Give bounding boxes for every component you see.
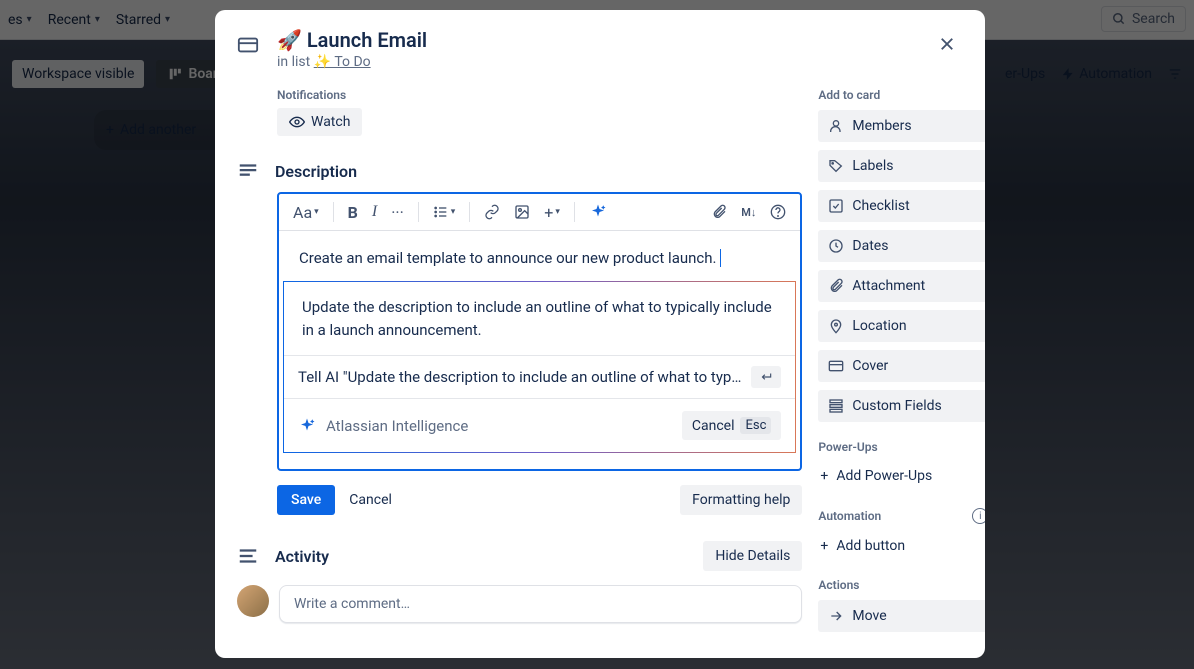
card-modal: 🚀 Launch Email in list ✨ To Do Notificat…	[215, 10, 985, 658]
bold-button[interactable]: B	[348, 203, 358, 222]
image-button[interactable]	[514, 204, 530, 220]
formatting-help-button[interactable]: Formatting help	[680, 485, 802, 515]
attachment-button[interactable]	[711, 204, 727, 220]
custom-fields-button[interactable]: Custom Fields	[818, 390, 985, 422]
check-icon	[828, 198, 844, 214]
eye-icon	[289, 114, 305, 130]
text-style-button[interactable]: Aa▾	[293, 203, 319, 222]
link-button[interactable]	[484, 204, 500, 220]
ai-panel: Update the description to include an out…	[283, 281, 796, 453]
add-to-card-label: Add to card	[818, 88, 985, 102]
info-icon[interactable]: i	[972, 508, 985, 524]
markdown-button[interactable]: M↓	[741, 206, 756, 219]
comment-input[interactable]: Write a comment…	[279, 585, 802, 623]
arrow-icon	[828, 608, 844, 624]
close-icon	[938, 35, 956, 53]
list-link[interactable]: ✨ To Do	[314, 54, 371, 70]
watch-button[interactable]: Watch	[277, 108, 362, 136]
description-icon	[237, 160, 261, 182]
cover-icon	[828, 358, 844, 374]
ai-prompt-text: Tell AI "Update the description to inclu…	[298, 368, 741, 386]
cover-button[interactable]: Cover	[818, 350, 985, 382]
card-icon	[237, 34, 261, 56]
location-button[interactable]: Location	[818, 310, 985, 342]
save-button[interactable]: Save	[277, 485, 335, 515]
add-powerups-button[interactable]: +Add Power-Ups	[818, 462, 985, 490]
paperclip-icon	[828, 278, 844, 294]
editor-toolbar: Aa▾ B I ··· ▾ +▾ M↓	[279, 194, 800, 231]
esc-key: Esc	[740, 417, 771, 434]
tag-icon	[828, 158, 844, 174]
ai-prompt-row[interactable]: Tell AI "Update the description to inclu…	[284, 355, 795, 398]
ai-button[interactable]	[589, 203, 607, 221]
actions-label: Actions	[818, 578, 985, 592]
clock-icon	[828, 238, 844, 254]
fields-icon	[828, 398, 844, 414]
card-list-location: in list ✨ To Do	[277, 54, 915, 70]
attachment-side-button[interactable]: Attachment	[818, 270, 985, 302]
add-button-button[interactable]: +Add button	[818, 532, 985, 560]
labels-button[interactable]: Labels	[818, 150, 985, 182]
ai-suggestion-text: Update the description to include an out…	[284, 282, 795, 355]
help-button[interactable]	[770, 204, 786, 220]
cancel-button[interactable]: Cancel	[349, 492, 392, 508]
card-title[interactable]: 🚀 Launch Email	[277, 28, 915, 52]
plus-icon: +	[820, 538, 828, 554]
user-icon	[828, 118, 844, 134]
description-editor[interactable]: Aa▾ B I ··· ▾ +▾ M↓	[277, 192, 802, 471]
hide-details-button[interactable]: Hide Details	[703, 541, 802, 571]
ai-cancel-button[interactable]: Cancel Esc	[682, 411, 782, 440]
automation-label: Automation	[818, 509, 881, 523]
list-button[interactable]: ▾	[433, 204, 456, 220]
activity-heading: Activity	[275, 547, 329, 566]
italic-button[interactable]: I	[372, 203, 377, 221]
close-button[interactable]	[931, 28, 963, 60]
editor-content[interactable]: Create an email template to announce our…	[279, 231, 800, 275]
insert-button[interactable]: +▾	[544, 203, 560, 222]
move-button[interactable]: Move	[818, 600, 985, 632]
pin-icon	[828, 318, 844, 334]
dates-button[interactable]: Dates	[818, 230, 985, 262]
members-button[interactable]: Members	[818, 110, 985, 142]
plus-icon: +	[820, 468, 828, 484]
description-heading: Description	[275, 162, 357, 181]
enter-key-icon[interactable]	[751, 366, 781, 388]
notifications-label: Notifications	[277, 88, 802, 102]
avatar[interactable]	[237, 585, 269, 617]
ai-brand-label: Atlassian Intelligence	[326, 417, 468, 435]
powerups-label: Power-Ups	[818, 440, 985, 454]
activity-icon	[237, 545, 261, 567]
more-formatting-button[interactable]: ···	[391, 203, 404, 222]
checklist-button[interactable]: Checklist	[818, 190, 985, 222]
ai-spark-icon	[298, 417, 316, 435]
